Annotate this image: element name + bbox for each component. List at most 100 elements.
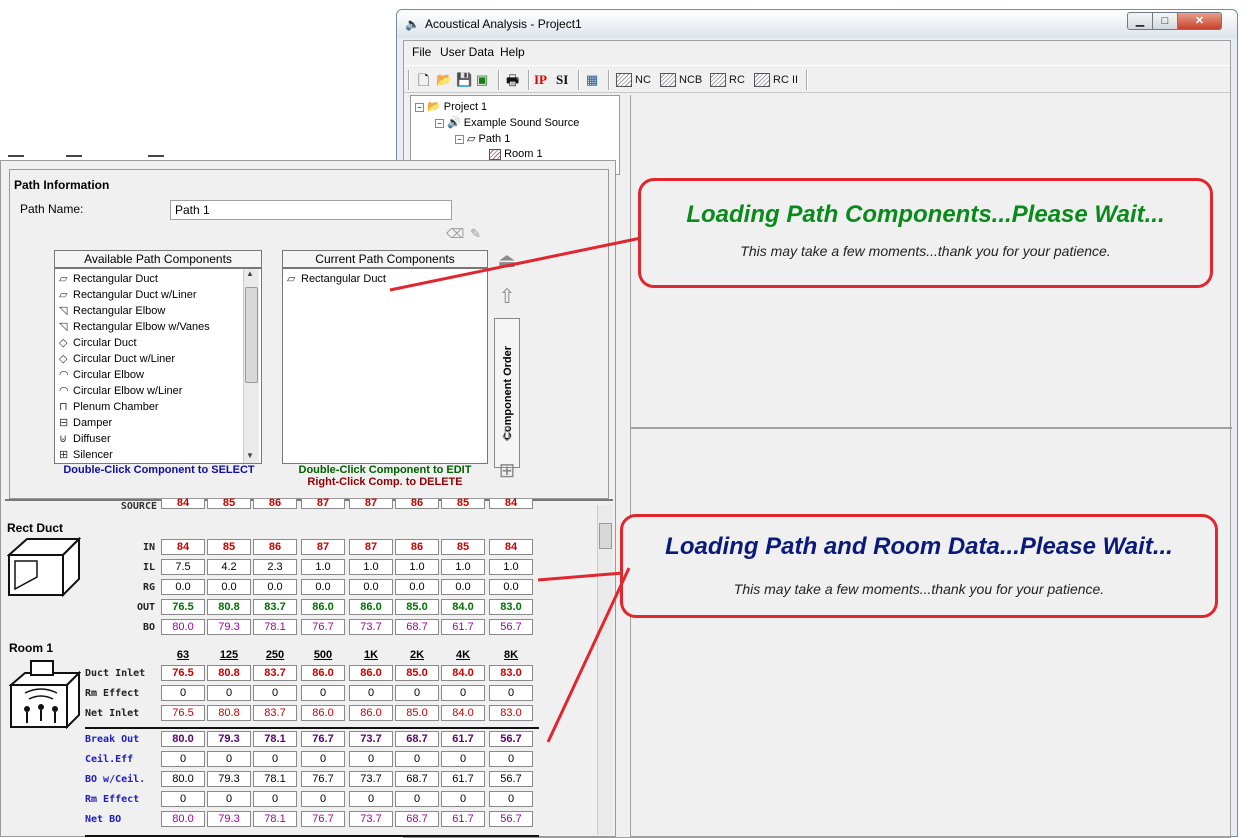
menu-help[interactable]: Help <box>500 45 525 59</box>
value-cell: 1.0 <box>301 559 345 575</box>
toolbar-separator <box>408 70 410 90</box>
available-component-item[interactable]: ⊟ Damper <box>55 415 241 431</box>
value-cell: 84.0 <box>441 599 485 615</box>
nc-button[interactable]: NC <box>616 70 651 90</box>
value-cell: 80.8 <box>207 599 251 615</box>
scroll-up-icon[interactable]: ▲ <box>246 269 254 278</box>
room-icon <box>8 659 82 730</box>
si-units-button[interactable]: SI <box>556 70 568 90</box>
duct-icon: ▱ <box>467 133 476 145</box>
value-cell: 83.0 <box>489 705 533 721</box>
calculator-icon[interactable]: ▦ <box>586 70 598 90</box>
tree-item-project[interactable]: − 📂 Project 1 <box>415 100 487 113</box>
speaker-icon: 🔊 <box>447 117 461 129</box>
ncb-button[interactable]: NCB <box>660 70 702 90</box>
value-cell: 83.7 <box>253 705 297 721</box>
available-component-item[interactable]: ▱ Rectangular Duct <box>55 271 241 287</box>
component-icon: ◇ <box>59 337 68 349</box>
value-cell: 56.7 <box>489 811 533 827</box>
path-info-title: Path Information <box>14 178 110 192</box>
available-component-item[interactable]: ▱ Rectangular Duct w/Liner <box>55 287 241 303</box>
value-cell: 86 <box>395 498 439 509</box>
band-header: 63 <box>176 649 190 661</box>
close-button[interactable]: ✕ <box>1177 12 1222 30</box>
tree-item-source[interactable]: − 🔊 Example Sound Source <box>435 116 579 129</box>
path-editor-panel: Path Information Path Name: ⌫ ✎ Availabl… <box>0 160 616 837</box>
scroll-down-icon[interactable]: ▼ <box>246 451 254 460</box>
menu-user-data[interactable]: User Data <box>440 45 494 59</box>
print-icon[interactable]: 🖶 <box>506 70 519 90</box>
available-component-item[interactable]: ◠ Circular Elbow w/Liner <box>55 383 241 399</box>
eraser-icon[interactable]: ⌫ <box>446 226 464 242</box>
component-icon: ◹ <box>59 321 68 333</box>
results-pane-bottom <box>630 429 1230 837</box>
rect-duct-icon <box>6 536 82 598</box>
room-icon <box>489 148 501 160</box>
available-component-item[interactable]: ⊓ Plenum Chamber <box>55 399 241 415</box>
value-cell: 86.0 <box>301 705 345 721</box>
value-cell: 0 <box>301 791 345 807</box>
band-header: 125 <box>219 649 239 661</box>
current-component-item[interactable]: ▱ Rectangular Duct <box>283 271 483 287</box>
save-all-icon[interactable]: ▣ <box>476 70 488 90</box>
remove-component-icon[interactable]: ⊞ <box>492 456 522 486</box>
speaker-icon: 🔈 <box>405 17 420 31</box>
component-label: Circular Duct w/Liner <box>73 353 176 365</box>
data-scrollbar[interactable] <box>597 505 613 835</box>
ip-units-button[interactable]: IP <box>534 70 547 90</box>
available-component-item[interactable]: ◹ Rectangular Elbow <box>55 303 241 319</box>
collapse-icon[interactable]: − <box>415 102 424 112</box>
current-components-list[interactable]: ▱ Rectangular Duct <box>282 268 488 464</box>
toolbar-separator <box>608 70 610 90</box>
move-up-icon[interactable]: ⇧ <box>492 282 522 312</box>
tree-item-room[interactable]: Room 1 <box>489 148 543 160</box>
value-cell: 78.1 <box>253 811 297 827</box>
available-component-item[interactable]: ⊞ Silencer <box>55 447 241 463</box>
menu-file[interactable]: File <box>412 45 431 59</box>
save-icon[interactable]: 💾 <box>456 70 472 90</box>
room-row-label: Break Out <box>85 734 140 745</box>
path-name-input[interactable] <box>170 200 452 220</box>
rc2-button[interactable]: RC II <box>754 70 798 90</box>
tree-item-path[interactable]: − ▱ Path 1 <box>455 132 510 145</box>
scroll-thumb[interactable] <box>245 287 258 383</box>
rc-button[interactable]: RC <box>710 70 745 90</box>
new-file-icon[interactable]: 🗋 <box>418 70 429 90</box>
collapse-icon[interactable]: − <box>435 118 444 128</box>
available-list-scrollbar[interactable]: ▲ ▼ <box>243 269 259 463</box>
value-cell: 86.0 <box>349 705 393 721</box>
available-component-item[interactable]: ◇ Circular Duct w/Liner <box>55 351 241 367</box>
available-components-list[interactable]: ▱ Rectangular Duct ▱ Rectangular Duct w/Lin… <box>54 268 262 464</box>
value-cell: 85 <box>207 539 251 555</box>
value-cell: 2.3 <box>253 559 297 575</box>
move-down-icon[interactable]: ⇩ <box>492 420 522 450</box>
value-cell: 84.0 <box>441 705 485 721</box>
value-cell: 76.5 <box>161 665 205 681</box>
maximize-button[interactable]: □ <box>1152 12 1178 30</box>
available-component-item[interactable]: ◇ Circular Duct <box>55 335 241 351</box>
title-bar[interactable]: 🔈 Acoustical Analysis - Project1 ▁ □ ✕ <box>397 10 1237 38</box>
value-cell: 76.7 <box>301 731 345 747</box>
value-cell: 87 <box>349 539 393 555</box>
minimize-button[interactable]: ▁ <box>1127 12 1153 30</box>
room-row-label: Rm Effect <box>85 688 140 699</box>
insert-component-icon[interactable]: ⏏ <box>492 246 522 276</box>
component-icon: ◠ <box>59 369 69 381</box>
value-cell: 0 <box>301 685 345 701</box>
open-folder-icon[interactable]: 📂 <box>436 70 452 90</box>
available-component-item[interactable]: ⊍ Diffuser <box>55 431 241 447</box>
value-cell: 4.2 <box>207 559 251 575</box>
value-cell: 1.0 <box>441 559 485 575</box>
rect-duct-title: Rect Duct <box>7 521 64 535</box>
component-icon: ▱ <box>59 289 68 301</box>
value-cell: 78.1 <box>253 731 297 747</box>
hint-edit: Double-Click Component to EDIT <box>298 464 472 476</box>
value-cell: 86 <box>253 498 297 509</box>
edit-icon[interactable]: ✎ <box>470 226 486 242</box>
collapse-icon[interactable]: − <box>455 134 464 144</box>
available-component-item[interactable]: ◹ Rectangular Elbow w/Vanes <box>55 319 241 335</box>
scroll-thumb[interactable] <box>599 523 612 549</box>
component-label: Circular Elbow w/Liner <box>73 385 183 397</box>
value-cell: 61.7 <box>441 771 485 787</box>
available-component-item[interactable]: ◠ Circular Elbow <box>55 367 241 383</box>
